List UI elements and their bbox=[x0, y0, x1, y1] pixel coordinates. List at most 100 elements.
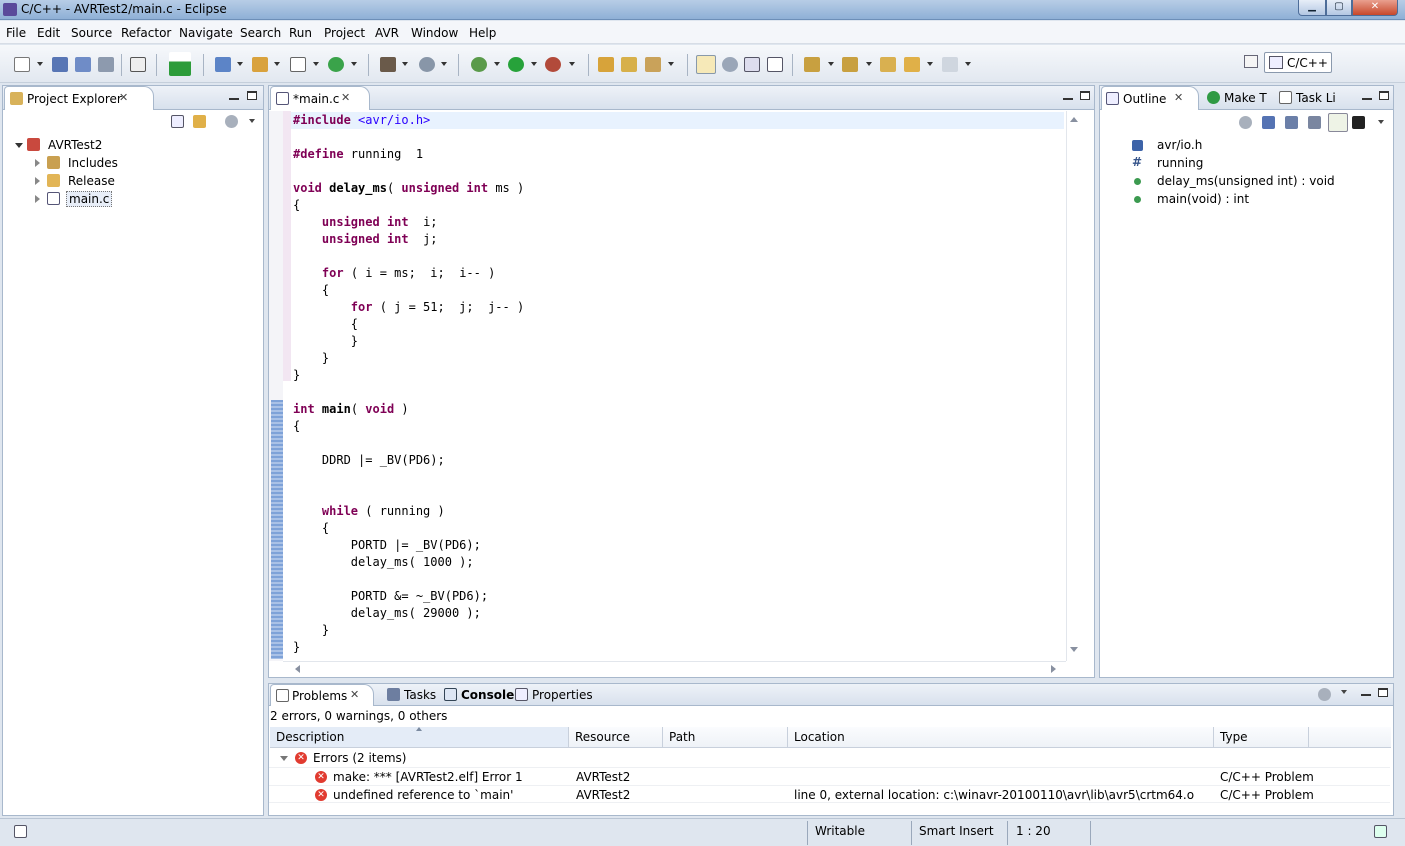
target-icon[interactable] bbox=[419, 57, 435, 72]
print-icon[interactable] bbox=[98, 57, 114, 72]
forward-icon[interactable] bbox=[942, 57, 958, 72]
minimize-icon[interactable] bbox=[1361, 694, 1371, 696]
perspective-cpp-button[interactable]: C/C++ bbox=[1264, 52, 1332, 73]
column-path[interactable]: Path bbox=[663, 727, 788, 747]
problem-group-row[interactable]: ✕ Errors (2 items) bbox=[269, 749, 1390, 767]
maximize-button[interactable]: ▢ bbox=[1326, 0, 1352, 16]
menu-refactor[interactable]: Refactor bbox=[121, 26, 171, 40]
tab-project-explorer[interactable]: Project Explorer ✕ bbox=[4, 86, 154, 110]
toggle-icon[interactable] bbox=[722, 57, 738, 72]
show-whitespace-icon[interactable] bbox=[767, 57, 783, 72]
vertical-scrollbar[interactable] bbox=[1066, 111, 1080, 661]
chevron-down-icon[interactable] bbox=[280, 756, 288, 761]
menu-window[interactable]: Window bbox=[411, 26, 458, 40]
new-icon[interactable] bbox=[14, 57, 30, 72]
view-menu-icon[interactable] bbox=[225, 115, 238, 128]
mark-occurrences-icon[interactable] bbox=[696, 55, 716, 74]
chevron-down-icon[interactable] bbox=[249, 119, 255, 123]
external-tools-icon[interactable] bbox=[545, 57, 561, 72]
view-menu-icon[interactable] bbox=[1318, 688, 1331, 701]
open-element-icon[interactable] bbox=[621, 57, 637, 72]
last-edit-icon[interactable] bbox=[880, 57, 896, 72]
problem-row[interactable]: ✕ make: *** [AVRTest2.elf] Error 1 AVRTe… bbox=[269, 767, 1390, 785]
menu-source[interactable]: Source bbox=[71, 26, 112, 40]
maximize-icon[interactable] bbox=[247, 91, 257, 100]
minimize-icon[interactable] bbox=[229, 98, 239, 100]
maximize-icon[interactable] bbox=[1080, 91, 1090, 100]
search-icon[interactable] bbox=[645, 57, 661, 72]
hide-nonpublic-icon[interactable] bbox=[1328, 113, 1348, 132]
outline-item[interactable]: avr/io.h bbox=[1100, 137, 1390, 155]
chevron-right-icon[interactable] bbox=[35, 195, 40, 203]
chevron-right-icon[interactable] bbox=[35, 177, 40, 185]
next-annotation-icon[interactable] bbox=[804, 57, 820, 72]
chevron-right-icon[interactable] bbox=[35, 159, 40, 167]
menu-search[interactable]: Search bbox=[240, 26, 281, 40]
close-icon[interactable]: ✕ bbox=[119, 91, 128, 104]
hide-fields-icon[interactable] bbox=[1285, 116, 1298, 129]
progress-icon[interactable] bbox=[1374, 825, 1387, 838]
minimize-button[interactable]: ▁ bbox=[1298, 0, 1326, 16]
menu-avr[interactable]: AVR bbox=[375, 26, 399, 40]
horizontal-scrollbar[interactable] bbox=[283, 661, 1066, 675]
build-all-icon[interactable] bbox=[130, 57, 146, 72]
outline-item[interactable]: delay_ms(unsigned int) : void bbox=[1100, 173, 1390, 191]
menu-help[interactable]: Help bbox=[469, 26, 496, 40]
avr-upload-icon[interactable] bbox=[169, 52, 191, 76]
previous-annotation-icon[interactable] bbox=[842, 57, 858, 72]
collapse-all-icon[interactable] bbox=[171, 115, 184, 128]
sync-icon[interactable] bbox=[1239, 116, 1252, 129]
maximize-icon[interactable] bbox=[1378, 688, 1388, 697]
new-cpp-project-icon[interactable] bbox=[215, 57, 231, 72]
column-location[interactable]: Location bbox=[788, 727, 1214, 747]
link-editor-icon[interactable] bbox=[193, 115, 206, 128]
close-icon[interactable]: ✕ bbox=[1174, 91, 1183, 104]
column-type[interactable]: Type bbox=[1214, 727, 1309, 747]
new-folder-icon[interactable] bbox=[252, 57, 268, 72]
fast-view-icon[interactable] bbox=[14, 825, 27, 838]
tab-problems[interactable]: Problems ✕ bbox=[270, 684, 374, 706]
close-icon[interactable]: ✕ bbox=[341, 91, 350, 104]
scroll-left-icon[interactable] bbox=[295, 665, 300, 673]
menu-file[interactable]: File bbox=[6, 26, 26, 40]
tab-console[interactable]: Console bbox=[461, 688, 514, 702]
save-all-icon[interactable] bbox=[75, 57, 91, 72]
chevron-down-icon[interactable] bbox=[1378, 120, 1384, 124]
back-icon[interactable] bbox=[904, 57, 920, 72]
menu-project[interactable]: Project bbox=[324, 26, 365, 40]
minimize-icon[interactable] bbox=[1063, 98, 1073, 100]
debug-icon[interactable] bbox=[471, 57, 487, 72]
tab-outline[interactable]: Outline ✕ bbox=[1101, 86, 1199, 110]
hide-static-icon[interactable] bbox=[1308, 116, 1321, 129]
new-class-icon[interactable] bbox=[328, 57, 344, 72]
tab-task-list[interactable]: Task Li bbox=[1296, 91, 1336, 105]
hide-macros-icon[interactable] bbox=[1352, 116, 1365, 129]
close-icon[interactable]: ✕ bbox=[350, 688, 359, 701]
outline-item[interactable]: # running bbox=[1100, 155, 1390, 173]
block-selection-icon[interactable] bbox=[744, 57, 760, 72]
tab-properties[interactable]: Properties bbox=[532, 688, 593, 702]
scroll-up-icon[interactable] bbox=[1070, 117, 1078, 122]
menu-navigate[interactable]: Navigate bbox=[179, 26, 233, 40]
run-icon[interactable] bbox=[508, 57, 524, 72]
new-file-icon[interactable] bbox=[290, 57, 306, 72]
tab-tasks[interactable]: Tasks bbox=[404, 688, 436, 702]
close-button[interactable]: ✕ bbox=[1352, 0, 1398, 16]
outline-item[interactable]: main(void) : int bbox=[1100, 191, 1390, 209]
tab-make-target[interactable]: Make T bbox=[1224, 91, 1267, 105]
column-resource[interactable]: Resource bbox=[569, 727, 663, 747]
open-type-icon[interactable] bbox=[598, 57, 614, 72]
open-perspective-icon[interactable] bbox=[1244, 55, 1258, 68]
chevron-down-icon[interactable] bbox=[15, 143, 23, 148]
menu-run[interactable]: Run bbox=[289, 26, 312, 40]
build-icon[interactable] bbox=[380, 57, 396, 72]
minimize-icon[interactable] bbox=[1362, 98, 1372, 100]
tab-main-c[interactable]: *main.c ✕ bbox=[270, 86, 370, 110]
problem-row[interactable]: ✕ undefined reference to `main' AVRTest2… bbox=[269, 785, 1390, 803]
sort-icon[interactable] bbox=[1262, 116, 1275, 129]
menu-edit[interactable]: Edit bbox=[37, 26, 60, 40]
scroll-down-icon[interactable] bbox=[1070, 647, 1078, 652]
maximize-icon[interactable] bbox=[1379, 91, 1389, 100]
save-icon[interactable] bbox=[52, 57, 68, 72]
chevron-down-icon[interactable] bbox=[1341, 690, 1347, 694]
